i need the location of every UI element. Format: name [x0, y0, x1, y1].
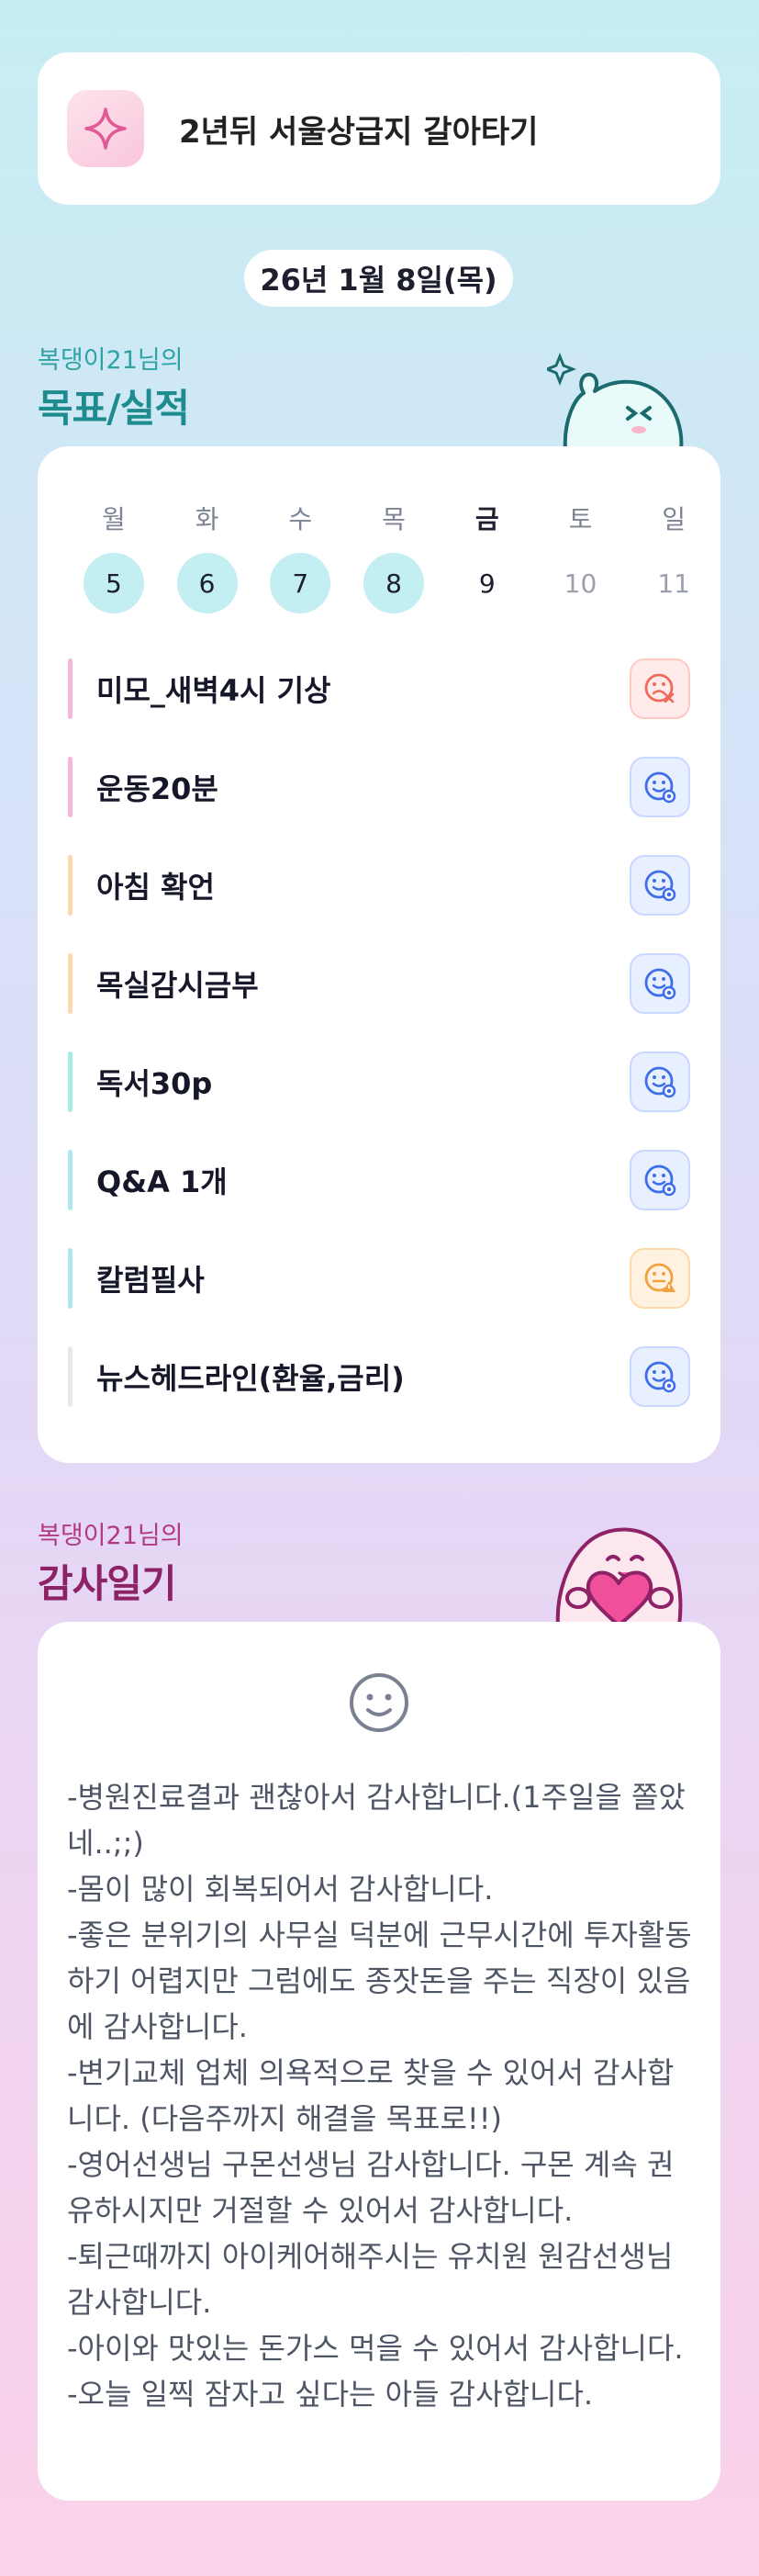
day-number: 6	[176, 553, 238, 613]
date-pill[interactable]: 26년 1월 8일(목)	[244, 250, 513, 307]
task-label: 독서30p	[96, 1065, 213, 1101]
task-status-ok-icon[interactable]	[630, 1051, 690, 1112]
week-strip: 월 5 화 6 수 7 목 8 금 9 토 10 일 11	[38, 500, 720, 613]
mascot-heart-icon	[555, 1527, 683, 1625]
gratitude-heading: 복댕이21님의 감사일기	[38, 1515, 184, 1609]
goal-card[interactable]: 2년뒤 서울상급지 갈아타기	[38, 52, 720, 205]
day-name: 토	[568, 504, 593, 534]
task-status-ok-icon[interactable]	[630, 1345, 690, 1407]
task-status-ok-icon[interactable]	[630, 756, 690, 817]
task-row[interactable]: 독서30p	[38, 1032, 720, 1131]
task-status-ok-icon[interactable]	[630, 854, 690, 916]
day-name: 수	[288, 504, 313, 534]
day-number: 8	[363, 553, 425, 613]
day-name: 목	[382, 504, 406, 534]
day-6[interactable]: 화6	[161, 500, 254, 613]
goals-card: 월 5 화 6 수 7 목 8 금 9 토 10 일 11 미모_새벽4시 기상 운동20분 아침 확언 목실감…	[38, 446, 720, 1463]
task-status-fail-icon[interactable]	[630, 658, 690, 719]
gratitude-card: -병원진료결과 괜찮아서 감사합니다.(1주일을 쫄았네..;;) -몸이 많이…	[38, 1622, 720, 2501]
task-label: 뉴스헤드라인(환율,금리)	[96, 1360, 405, 1396]
goals-heading-owner: 복댕이21님의	[38, 346, 184, 375]
task-status-ok-icon[interactable]	[630, 1149, 690, 1210]
day-8[interactable]: 목8	[347, 500, 441, 613]
task-status-warn-icon[interactable]	[630, 1247, 690, 1309]
task-color-bar	[68, 658, 73, 719]
task-row[interactable]: 아침 확언	[38, 836, 720, 934]
goal-title: 2년뒤 서울상급지 갈아타기	[179, 113, 539, 151]
task-list: 미모_새벽4시 기상운동20분아침 확언목실감시금부독서30p Q&A 1개칼럼필…	[38, 639, 720, 1425]
day-name: 금	[474, 504, 499, 534]
task-color-bar	[68, 952, 73, 1014]
task-row[interactable]: 뉴스헤드라인(환율,금리)	[38, 1327, 720, 1425]
task-row[interactable]: Q&A 1개	[38, 1131, 720, 1229]
day-name: 월	[101, 504, 126, 534]
task-label: 칼럼필사	[96, 1262, 205, 1298]
task-color-bar	[68, 756, 73, 817]
day-number: 10	[564, 568, 597, 599]
smile-icon[interactable]	[348, 1671, 410, 1734]
day-5[interactable]: 월5	[67, 500, 161, 613]
task-row[interactable]: 목실감시금부	[38, 934, 720, 1032]
goals-heading: 복댕이21님의 목표/실적	[38, 340, 190, 433]
day-11[interactable]: 일 11	[627, 500, 720, 613]
day-number: 7	[270, 553, 331, 613]
task-color-bar	[68, 1149, 73, 1210]
gratitude-heading-title: 감사일기	[38, 1561, 177, 1606]
goals-heading-title: 목표/실적	[38, 386, 190, 431]
day-number: 5	[83, 553, 144, 613]
task-row[interactable]: 운동20분	[38, 737, 720, 836]
day-7[interactable]: 수7	[253, 500, 347, 613]
mascot-teal-icon	[547, 352, 684, 450]
day-number: 9	[478, 568, 496, 599]
day-name: 일	[662, 504, 686, 534]
task-color-bar	[68, 1345, 73, 1407]
task-label: 미모_새벽4시 기상	[96, 672, 331, 708]
sparkle-icon	[67, 90, 144, 167]
day-9[interactable]: 금9	[441, 500, 534, 613]
task-label: 운동20분	[96, 771, 218, 806]
task-color-bar	[68, 1051, 73, 1112]
gratitude-text: -병원진료결과 괜찮아서 감사합니다.(1주일을 쫄았네..;;) -몸이 많이…	[67, 1780, 692, 2412]
task-label: 목실감시금부	[96, 967, 259, 1003]
task-status-ok-icon[interactable]	[630, 952, 690, 1014]
task-color-bar	[68, 854, 73, 916]
task-color-bar	[68, 1247, 73, 1309]
task-label: 아침 확언	[96, 869, 215, 905]
day-10[interactable]: 토 10	[534, 500, 628, 613]
task-row[interactable]: 미모_새벽4시 기상	[38, 639, 720, 737]
gratitude-heading-owner: 복댕이21님의	[38, 1522, 184, 1550]
task-label: Q&A 1개	[96, 1164, 228, 1199]
task-row[interactable]: 칼럼필사	[38, 1229, 720, 1327]
day-number: 11	[657, 568, 690, 599]
day-name: 화	[195, 504, 219, 534]
